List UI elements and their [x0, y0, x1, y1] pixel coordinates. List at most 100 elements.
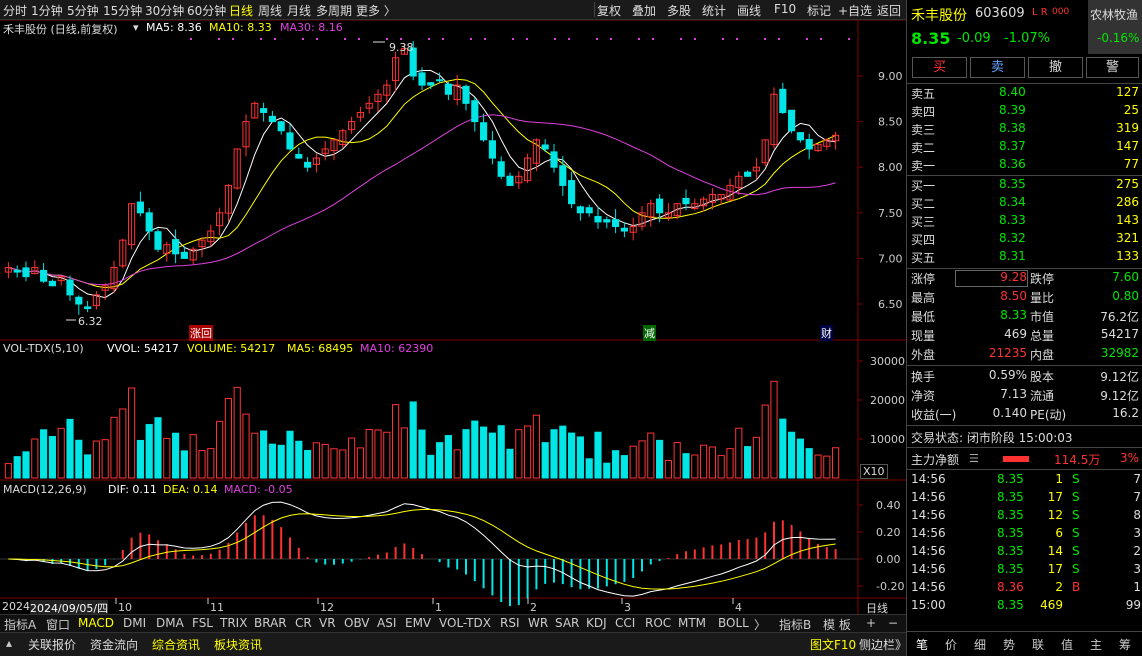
volume-bar	[691, 454, 699, 479]
price-change: -0.09	[957, 31, 991, 46]
volume-bar	[312, 442, 320, 479]
current-price: 8.35	[911, 29, 951, 48]
candle-body	[744, 171, 752, 177]
tab-trix[interactable]: TRIX	[220, 616, 247, 630]
tab-rsi[interactable]: RSI	[500, 616, 520, 630]
tab-sar[interactable]: SAR	[555, 616, 579, 630]
signal-dot	[484, 38, 486, 40]
tab-indicator-b[interactable]: 指标B	[779, 616, 811, 633]
tab-1min[interactable]: 1分钟	[31, 2, 63, 19]
tab-15min[interactable]: 15分钟	[103, 2, 142, 19]
stat-value: 0.140	[992, 406, 1027, 420]
tab-vol-tdx[interactable]: VOL-TDX	[439, 616, 491, 630]
tab-boll[interactable]: BOLL	[718, 616, 749, 630]
tab-fsl[interactable]: FSL	[192, 616, 213, 630]
tab-mtm[interactable]: MTM	[678, 616, 706, 630]
panel-tab[interactable]: 筹	[1119, 636, 1131, 653]
tab-wr[interactable]: WR	[528, 616, 548, 630]
tab-kdj[interactable]: KDJ	[586, 616, 607, 630]
volume-tick-label: 30000	[870, 355, 905, 368]
event-badge-dividend[interactable]: 涨回	[189, 325, 213, 341]
multi-stock-button[interactable]: 多股	[667, 2, 691, 19]
adjust-button[interactable]: 复权	[597, 2, 621, 19]
quote-row: 买三 8.33 143	[907, 213, 1142, 231]
tab-more[interactable]: 更多 〉	[356, 2, 396, 19]
event-badge-finance[interactable]: 财	[820, 325, 833, 341]
tab-macd[interactable]: MACD	[78, 616, 114, 630]
stat-value: 9.12亿	[1100, 389, 1139, 403]
back-button[interactable]: 返回	[877, 2, 901, 19]
tab-intraday[interactable]: 分时	[3, 2, 27, 19]
tab-5min[interactable]: 5分钟	[67, 2, 99, 19]
panel-tab[interactable]: 联	[1032, 636, 1044, 653]
panel-tab[interactable]: 值	[1061, 636, 1073, 653]
volume-bar	[603, 462, 611, 479]
zoom-out-button[interactable]: −	[888, 616, 898, 630]
tab-cr[interactable]: CR	[295, 616, 312, 630]
sell-button[interactable]: 卖	[970, 57, 1025, 78]
overlay-button[interactable]: 叠加	[632, 2, 656, 19]
tab-obv[interactable]: OBV	[344, 616, 370, 630]
tab-weekly[interactable]: 周线	[258, 2, 282, 19]
tab-indicator-a[interactable]: 指标A	[4, 616, 36, 633]
ask-volume: 77	[1123, 157, 1139, 171]
quote-row: 最低 8.33 市值 76.2亿	[907, 308, 1142, 326]
volume-bar	[145, 424, 153, 479]
tab-sector-news[interactable]: 板块资讯	[214, 636, 262, 653]
tab-template[interactable]: 模 板	[823, 616, 851, 633]
mark-button[interactable]: 标记	[807, 2, 831, 19]
tab-related-quotes[interactable]: 关联报价	[28, 636, 76, 653]
volume-bar	[365, 428, 373, 479]
draw-line-button[interactable]: 画线	[737, 2, 761, 19]
f10-button[interactable]: F10	[774, 2, 796, 16]
tab-cci[interactable]: CCI	[615, 616, 635, 630]
tab-daily[interactable]: 日线	[229, 2, 253, 19]
tab-asi[interactable]: ASI	[377, 616, 396, 630]
tab-multi-period[interactable]: 多周期	[316, 2, 352, 19]
tab-window[interactable]: 窗口	[46, 616, 70, 633]
tab-dmi[interactable]: DMI	[123, 616, 146, 630]
volume-bar	[559, 425, 567, 479]
cancel-order-button[interactable]: 撤	[1028, 57, 1083, 78]
tab-roc[interactable]: ROC	[645, 616, 671, 630]
tab-60min[interactable]: 60分钟	[187, 2, 226, 19]
tick-count: 1	[1133, 580, 1141, 594]
kline-chart[interactable]: 9.00 8.50 8.00 7.50 7.00 6.50 30000 20000 10000 0…	[0, 20, 906, 615]
stat-label: PE(动)	[1030, 408, 1067, 422]
tabs-scroll-right-icon[interactable]: 〉	[754, 616, 766, 633]
tab-monthly[interactable]: 月线	[287, 2, 311, 19]
list-icon[interactable]: ☰	[969, 452, 979, 465]
event-badge-reduce[interactable]: 减	[643, 325, 656, 341]
statistics-button[interactable]: 统计	[702, 2, 726, 19]
sidebar-toggle[interactable]: 侧边栏》	[859, 636, 907, 653]
tab-vr[interactable]: VR	[319, 616, 336, 630]
volume-bar	[84, 454, 92, 479]
panel-tab[interactable]: 主	[1090, 636, 1102, 653]
panel-tab[interactable]: 价	[945, 636, 957, 653]
zoom-in-button[interactable]: +	[866, 616, 876, 630]
add-watchlist-button[interactable]: +自选	[838, 2, 872, 19]
panel-tab[interactable]: 笔	[916, 636, 928, 653]
panel-tab[interactable]: 细	[974, 636, 986, 653]
tab-emv[interactable]: EMV	[405, 616, 431, 630]
volume-bar	[110, 416, 118, 479]
quote-row: 14:56 8.35 17 S 3	[907, 562, 1142, 580]
arrow-up-icon[interactable]: ▴	[6, 636, 12, 650]
stat-value: 7.60	[1112, 270, 1139, 284]
candle-body	[620, 227, 628, 232]
tab-30min[interactable]: 30分钟	[145, 2, 184, 19]
f10-graphic-button[interactable]: 图文F10	[810, 636, 856, 653]
buy-button[interactable]: 买	[912, 57, 967, 78]
tab-dma[interactable]: DMA	[156, 616, 184, 630]
tab-brar[interactable]: BRAR	[254, 616, 287, 630]
ask-price: 8.37	[999, 139, 1026, 153]
stat-value: 0.80	[1112, 289, 1139, 303]
tab-comprehensive-news[interactable]: 综合资讯	[152, 636, 200, 653]
alert-button[interactable]: 警	[1086, 57, 1139, 78]
quote-row: 14:56 8.35 14 S 2	[907, 544, 1142, 562]
panel-tab[interactable]: 势	[1003, 636, 1015, 653]
candle-body	[541, 144, 549, 150]
ma-lines	[8, 70, 836, 299]
tab-fund-flow[interactable]: 资金流向	[90, 636, 138, 653]
ma5-menu-icon[interactable]: ▾	[133, 21, 139, 34]
